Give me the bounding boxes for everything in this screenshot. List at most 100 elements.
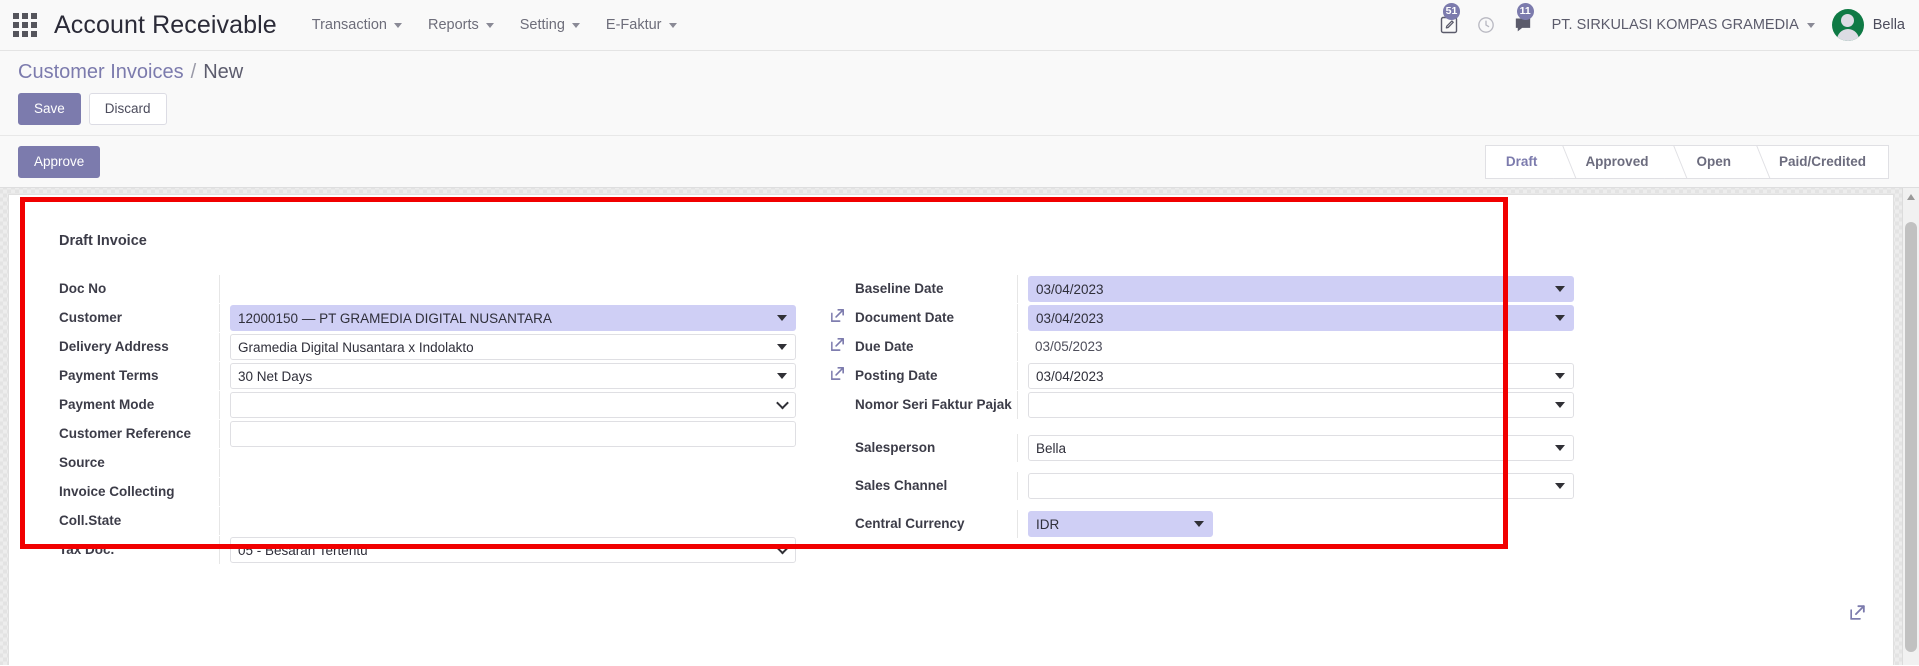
stage-draft[interactable]: Draft — [1484, 144, 1560, 179]
menu-reports[interactable]: Reports — [415, 11, 507, 39]
field-delivery-address-label: Delivery Address — [59, 339, 169, 355]
payment-mode-select[interactable] — [230, 392, 796, 419]
chevron-down-icon — [1194, 521, 1204, 528]
tax-doc-select[interactable]: 05 - Besaran Tertentu — [230, 537, 796, 564]
chevron-down-icon — [777, 315, 787, 322]
tax-doc-value: 05 - Besaran Tertentu — [238, 542, 368, 558]
due-date-value: 03/05/2023 — [1035, 339, 1103, 355]
external-link-icon[interactable] — [829, 365, 846, 382]
save-button[interactable]: Save — [18, 93, 81, 126]
menu-transaction-label: Transaction — [311, 17, 387, 33]
field-document-date: Document Date 03/04/2023 — [829, 304, 1574, 333]
chevron-down-icon — [1555, 286, 1565, 293]
field-posting-date-label: Posting Date — [855, 368, 938, 384]
customer-reference-input[interactable] — [230, 421, 796, 448]
baseline-date-value: 03/04/2023 — [1036, 281, 1104, 297]
field-central-currency: Central Currency IDR — [829, 510, 1574, 539]
field-posting-date: Posting Date 03/04/2023 — [829, 362, 1574, 391]
customer-select-value: 12000150 — PT GRAMEDIA DIGITAL NUSANTARA — [238, 310, 552, 326]
external-link-icon[interactable] — [829, 336, 846, 353]
top-navbar: Account Receivable Transaction Reports S… — [0, 0, 1919, 51]
form-right-column: Baseline Date 03/04/2023 Document Date 0… — [829, 275, 1574, 565]
menu-setting-label: Setting — [519, 17, 565, 33]
company-selector[interactable]: PT. SIRKULASI KOMPAS GRAMEDIA — [1552, 17, 1815, 33]
stage-approved[interactable]: Approved — [1559, 144, 1671, 179]
nomor-seri-faktur-pajak-select[interactable] — [1028, 392, 1574, 419]
field-doc-no: Doc No — [59, 275, 796, 304]
field-baseline-date-label: Baseline Date — [855, 281, 944, 297]
scroll-up-arrow-icon[interactable] — [1907, 194, 1915, 201]
salesperson-external-link-icon[interactable] — [1848, 603, 1867, 622]
document-date-value: 03/04/2023 — [1036, 310, 1104, 326]
apps-grid-icon[interactable] — [10, 10, 40, 40]
field-document-date-label: Document Date — [855, 310, 955, 326]
menu-efaktur[interactable]: E-Faktur — [593, 11, 690, 39]
form-left-column: Doc No Customer 12000150 — PT GRAMEDIA D… — [59, 275, 796, 565]
external-link-icon[interactable] — [829, 307, 846, 324]
app-title: Account Receivable — [54, 10, 277, 39]
field-baseline-date: Baseline Date 03/04/2023 — [829, 275, 1574, 304]
document-date-select[interactable]: 03/04/2023 — [1028, 305, 1574, 332]
menu-setting[interactable]: Setting — [507, 11, 593, 39]
form-heading: Draft Invoice — [59, 233, 147, 250]
chevron-down-icon — [485, 22, 494, 28]
central-currency-select[interactable]: IDR — [1028, 511, 1213, 538]
record-actions: Save Discard — [18, 93, 1919, 135]
approve-button[interactable]: Approve — [18, 145, 101, 178]
menu-efaktur-label: E-Faktur — [605, 17, 662, 33]
sheet-scroll-region: Draft Invoice Doc No Customer 12000150 —… — [0, 188, 1902, 666]
stage-paid-credited[interactable]: Paid/Credited — [1752, 144, 1889, 179]
breadcrumb-bar: Customer Invoices / New Save Discard — [0, 51, 1919, 137]
field-payment-mode-label: Payment Mode — [59, 397, 155, 413]
discard-button[interactable]: Discard — [88, 93, 167, 126]
field-tax-doc-label: Tax Doc. — [59, 542, 115, 558]
field-due-date: Due Date 03/05/2023 — [829, 333, 1574, 362]
delivery-address-select[interactable]: Gramedia Digital Nusantara x Indolakto — [230, 334, 796, 361]
posting-date-select[interactable]: 03/04/2023 — [1028, 363, 1574, 390]
field-due-date-label: Due Date — [855, 339, 914, 355]
breadcrumb-separator: / — [190, 61, 197, 83]
chevron-down-icon — [1555, 483, 1565, 490]
messages-button[interactable]: 11 — [1513, 3, 1534, 35]
vertical-scrollbar[interactable] — [1902, 188, 1919, 666]
chevron-down-icon — [1555, 445, 1565, 452]
salesperson-select[interactable]: Bella — [1028, 435, 1574, 462]
scrollbar-thumb[interactable] — [1905, 222, 1917, 653]
messages-badge: 11 — [1516, 3, 1534, 20]
field-customer-label: Customer — [59, 310, 123, 326]
posting-date-value: 03/04/2023 — [1036, 368, 1104, 384]
main-menu: Transaction Reports Setting E-Faktur — [299, 11, 690, 39]
chevron-down-icon — [1806, 22, 1815, 28]
chevron-down-icon — [776, 396, 789, 410]
chevron-down-icon — [393, 22, 402, 28]
invoice-form-sheet: Draft Invoice Doc No Customer 12000150 —… — [8, 194, 1894, 666]
chevron-down-icon — [1555, 373, 1565, 380]
activities-button[interactable]: 51 — [1439, 3, 1461, 35]
clock-button[interactable] — [1476, 15, 1496, 35]
topbar-right-cluster: 51 11 PT. SIRKULASI KOMPAS GRAMEDIA Bell… — [1439, 3, 1905, 41]
delivery-address-value: Gramedia Digital Nusantara x Indolakto — [238, 339, 474, 355]
field-invoice-collecting: Invoice Collecting — [59, 478, 796, 507]
user-menu[interactable]: Bella — [1831, 9, 1905, 41]
field-doc-no-label: Doc No — [59, 281, 107, 297]
salesperson-value: Bella — [1036, 440, 1067, 456]
menu-reports-label: Reports — [427, 17, 479, 33]
breadcrumb: Customer Invoices / New — [18, 61, 1919, 84]
field-sales-channel: Sales Channel — [829, 472, 1574, 501]
chevron-down-icon — [571, 22, 580, 28]
field-central-currency-label: Central Currency — [855, 516, 965, 532]
chevron-down-icon — [1555, 315, 1565, 322]
customer-select[interactable]: 12000150 — PT GRAMEDIA DIGITAL NUSANTARA — [230, 305, 796, 332]
chevron-down-icon — [776, 541, 789, 555]
menu-transaction[interactable]: Transaction — [299, 11, 415, 39]
field-salesperson: Salesperson Bella — [829, 434, 1574, 463]
field-customer-reference-label: Customer Reference — [59, 426, 192, 442]
sales-channel-select[interactable] — [1028, 473, 1574, 500]
field-source-label: Source — [59, 455, 105, 471]
field-salesperson-label: Salesperson — [855, 440, 936, 456]
baseline-date-select[interactable]: 03/04/2023 — [1028, 276, 1574, 303]
user-avatar-icon — [1831, 9, 1864, 41]
payment-terms-select[interactable]: 30 Net Days — [230, 363, 796, 390]
form-sheet-area: Draft Invoice Doc No Customer 12000150 —… — [0, 188, 1919, 666]
breadcrumb-root[interactable]: Customer Invoices — [18, 61, 184, 84]
